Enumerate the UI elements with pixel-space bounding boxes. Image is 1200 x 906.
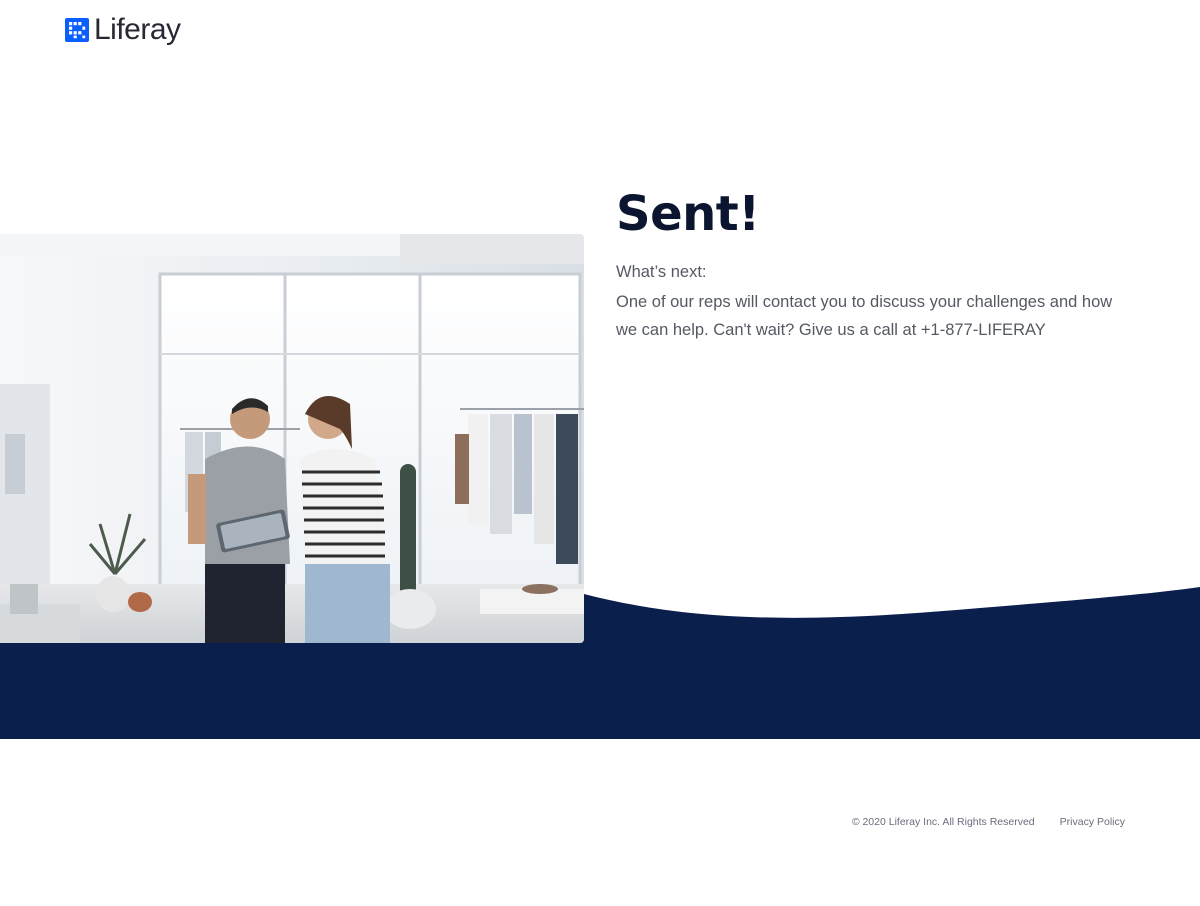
- confirmation-message: One of our reps will contact you to disc…: [616, 293, 1113, 339]
- copyright-text: © 2020 Liferay Inc. All Rights Reserved: [851, 816, 1035, 828]
- privacy-policy-link[interactable]: Privacy Policy: [1060, 816, 1125, 828]
- logo-wordmark: Liferay: [94, 13, 181, 46]
- footer: © 2020 Liferay Inc. All Rights Reserved …: [852, 816, 1125, 828]
- liferay-logo[interactable]: Liferay: [65, 13, 181, 47]
- liferay-logo-icon: [65, 18, 89, 42]
- whats-next-label: What’s next:: [616, 263, 707, 281]
- page-title: Sent!: [616, 186, 760, 242]
- page: Liferay Sent! What’s next: One of our re…: [0, 0, 1200, 906]
- shop-photo: [0, 234, 584, 643]
